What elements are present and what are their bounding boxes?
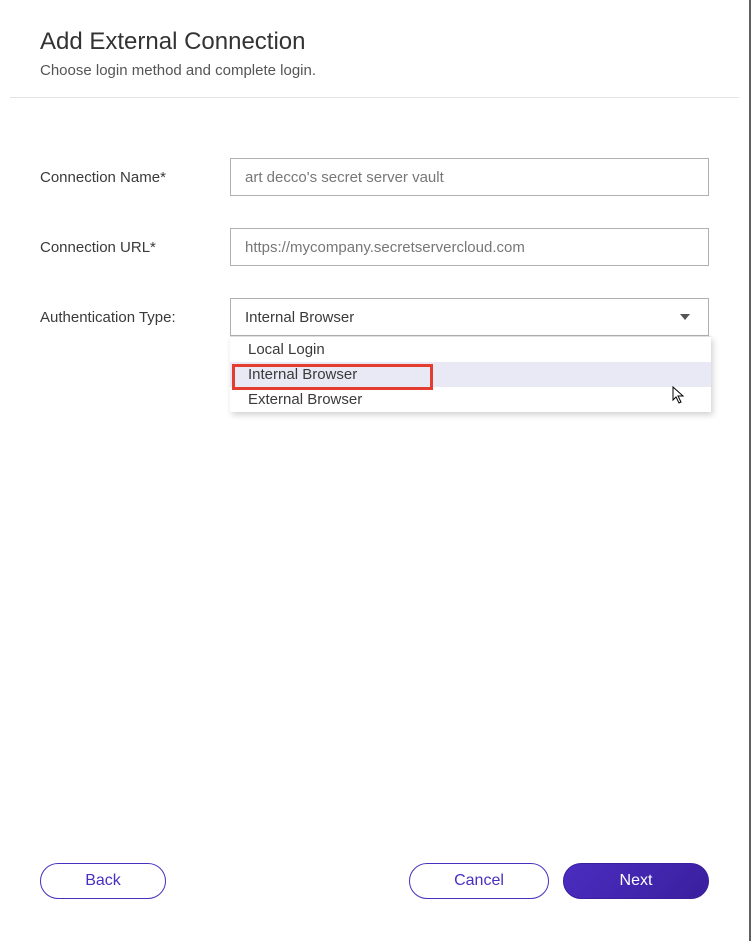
next-button[interactable]: Next <box>563 863 709 899</box>
connection-url-input[interactable] <box>230 228 709 266</box>
page-subtitle: Choose login method and complete login. <box>40 62 709 79</box>
back-button[interactable]: Back <box>40 863 166 899</box>
auth-type-dropdown: Local Login Internal Browser External Br… <box>230 336 711 412</box>
auth-option-internal-browser[interactable]: Internal Browser <box>230 362 711 387</box>
cancel-button[interactable]: Cancel <box>409 863 549 899</box>
auth-type-selected-value: Internal Browser <box>245 309 354 326</box>
connection-name-label: Connection Name* <box>40 169 230 186</box>
chevron-down-icon <box>680 314 690 320</box>
connection-url-label: Connection URL* <box>40 239 230 256</box>
page-title: Add External Connection <box>40 28 709 56</box>
auth-option-local-login[interactable]: Local Login <box>230 337 711 362</box>
header-divider <box>10 97 739 98</box>
auth-option-external-browser[interactable]: External Browser <box>230 387 711 412</box>
connection-name-input[interactable] <box>230 158 709 196</box>
auth-type-select[interactable]: Internal Browser <box>230 298 709 336</box>
auth-type-label: Authentication Type: <box>40 309 230 326</box>
